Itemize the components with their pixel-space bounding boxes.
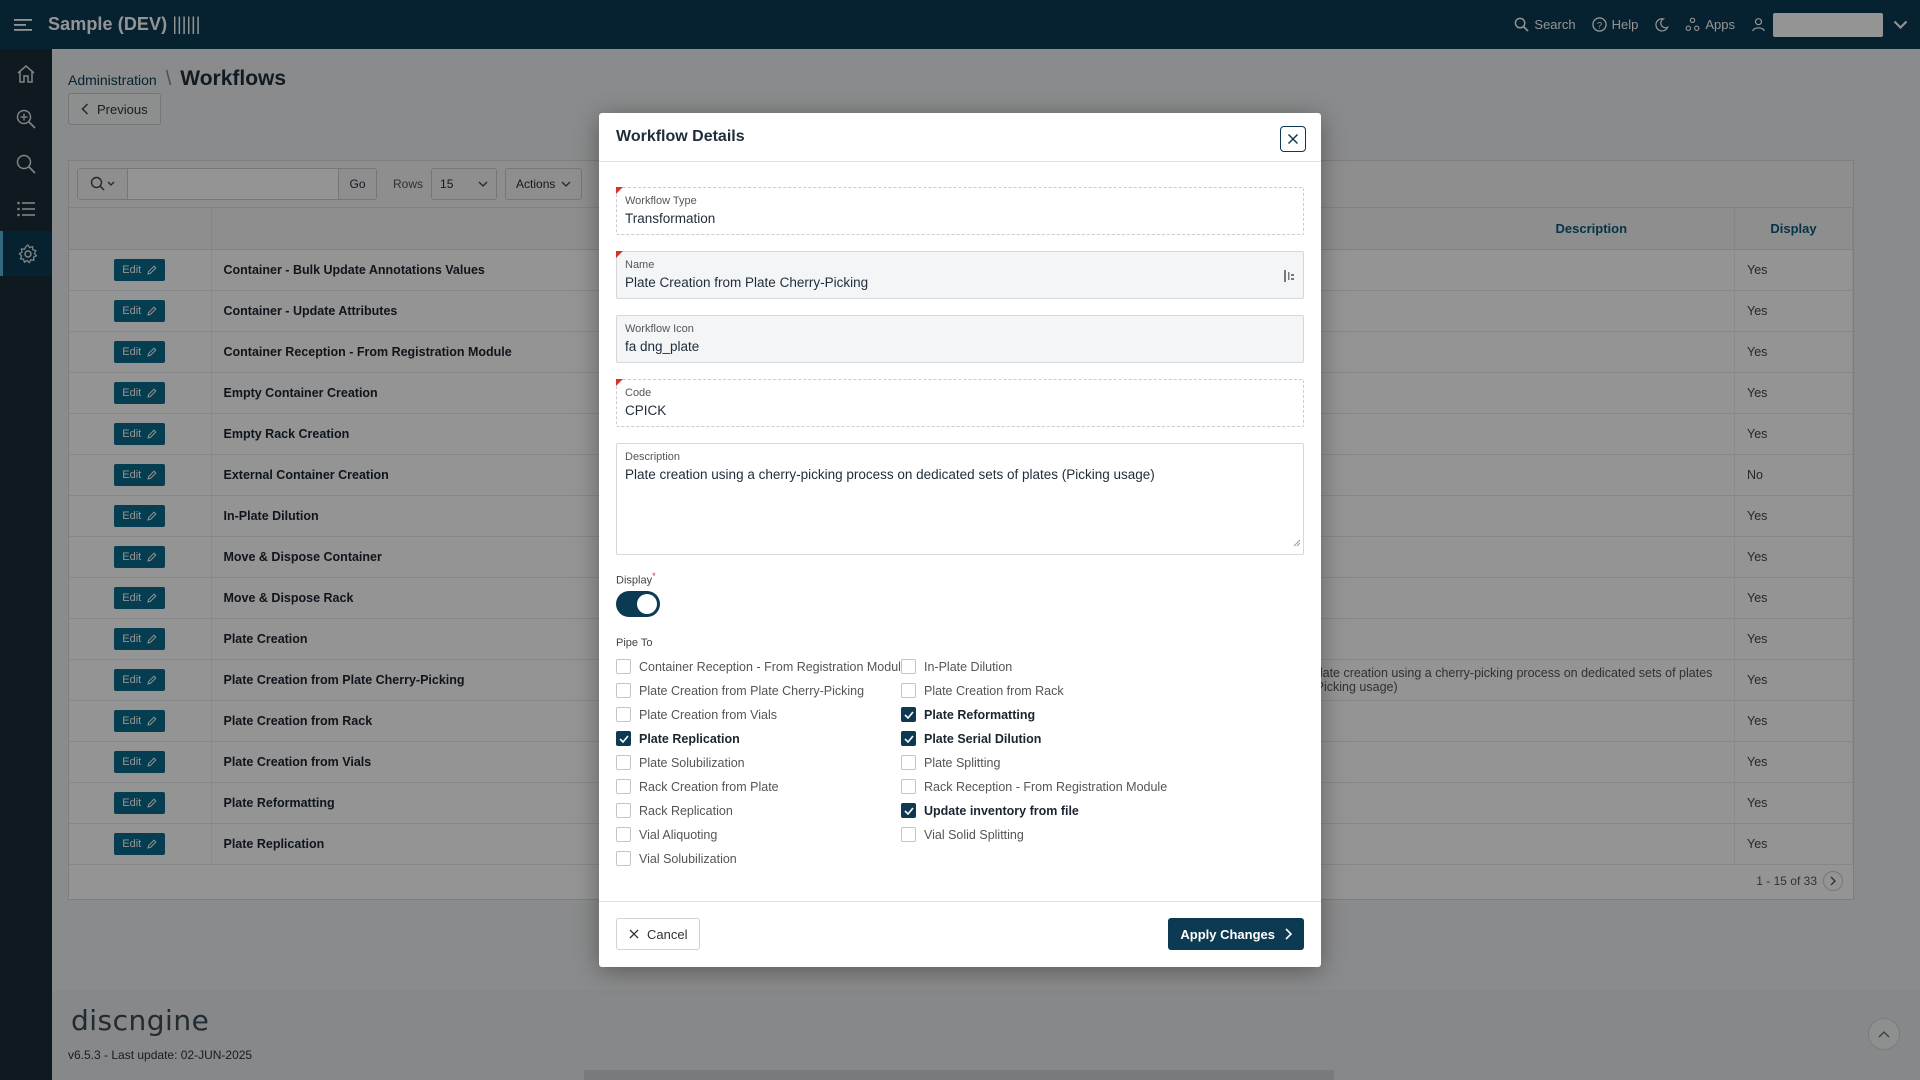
checkbox[interactable]	[616, 827, 631, 843]
workflow-type-value: Transformation	[625, 211, 716, 226]
pipe-to-option-label: Plate Creation from Plate Cherry-Picking	[639, 683, 865, 698]
pipe-to-option[interactable]: Container Reception - From Registration …	[616, 655, 908, 679]
description-field[interactable]: Description Plate creation using a cherr…	[616, 443, 1304, 555]
close-button[interactable]	[1280, 126, 1306, 152]
pipe-to-option-label: Vial Aliquoting	[639, 827, 718, 842]
pipe-to-option-label: Container Reception - From Registration …	[639, 659, 908, 674]
pipe-to-option[interactable]: Vial Aliquoting	[616, 823, 901, 847]
close-icon	[1288, 134, 1298, 144]
checkbox[interactable]	[901, 755, 916, 771]
checkmark-icon	[903, 735, 914, 743]
name-field[interactable]: Name Plate Creation from Plate Cherry-Pi…	[616, 251, 1304, 299]
pipe-to-option-label: Plate Serial Dilution	[924, 731, 1042, 746]
checkbox[interactable]	[901, 659, 916, 675]
pipe-to-option[interactable]: Plate Serial Dilution	[901, 727, 1186, 751]
cancel-button[interactable]: Cancel	[616, 918, 701, 950]
checkbox[interactable]	[901, 827, 916, 843]
pipe-to-option[interactable]: Rack Creation from Plate	[616, 775, 901, 799]
checkbox[interactable]	[616, 707, 631, 723]
workflow-details-dialog: Workflow Details Workflow Type Transform…	[599, 113, 1321, 967]
pipe-to-option-label: Update inventory from file	[924, 803, 1079, 818]
name-input[interactable]: Plate Creation from Plate Cherry-Picking	[625, 275, 1295, 290]
checkbox[interactable]	[616, 683, 631, 699]
checkbox[interactable]	[616, 779, 631, 795]
code-field: Code CPICK	[616, 379, 1304, 427]
description-label: Description	[625, 451, 681, 463]
pipe-to-option-label: In-Plate Dilution	[924, 659, 1013, 674]
pipe-to-option-label: Plate Creation from Vials	[639, 707, 778, 722]
pipe-to-option-label: Vial Solid Splitting	[924, 827, 1024, 842]
pipe-to-option[interactable]: Vial Solubilization	[616, 847, 901, 871]
checkbox[interactable]	[616, 731, 631, 747]
pipe-to-option-label: Rack Replication	[639, 803, 733, 818]
pipe-to-option[interactable]: Rack Replication	[616, 799, 901, 823]
dialog-footer: Cancel Apply Changes	[599, 901, 1321, 967]
pipe-to-checkbox-group: Container Reception - From Registration …	[616, 655, 1304, 871]
pipe-to-option[interactable]: Plate Creation from Rack	[901, 679, 1186, 703]
checkbox[interactable]	[616, 755, 631, 771]
workflow-icon-input[interactable]: fa dng_plate	[625, 339, 1295, 354]
pipe-to-option-label: Rack Creation from Plate	[639, 779, 779, 794]
workflow-type-field: Workflow Type Transformation	[616, 187, 1304, 235]
apply-changes-label: Apply Changes	[1180, 926, 1275, 942]
pipe-to-option-label: Rack Reception - From Registration Modul…	[924, 779, 1168, 794]
display-label: Display*	[616, 571, 1304, 587]
required-mark: *	[652, 571, 656, 581]
pipe-to-option[interactable]: Update inventory from file	[901, 799, 1186, 823]
apply-changes-button[interactable]: Apply Changes	[1168, 918, 1304, 950]
code-value: CPICK	[625, 403, 667, 418]
pipe-to-option[interactable]: Plate Splitting	[901, 751, 1186, 775]
toggle-knob	[637, 593, 657, 614]
checkbox[interactable]	[901, 803, 916, 819]
code-label: Code	[625, 387, 652, 399]
pipe-to-option[interactable]: Plate Creation from Plate Cherry-Picking	[616, 679, 901, 703]
workflow-type-label: Workflow Type	[625, 195, 697, 207]
pipe-to-option[interactable]: Plate Reformatting	[901, 703, 1186, 727]
checkbox[interactable]	[901, 779, 916, 795]
display-toggle[interactable]	[616, 590, 660, 617]
checkbox[interactable]	[616, 659, 631, 675]
pipe-to-option[interactable]: Plate Solubilization	[616, 751, 901, 775]
pipe-to-option-label: Plate Solubilization	[639, 755, 745, 770]
display-label-text: Display	[616, 574, 653, 587]
pipe-to-option-label: Plate Creation from Rack	[924, 683, 1064, 698]
checkmark-icon	[903, 807, 914, 815]
pipe-to-option[interactable]: In-Plate Dilution	[901, 655, 1186, 679]
name-label: Name	[625, 259, 655, 271]
pipe-to-option-label: Plate Reformatting	[924, 707, 1036, 722]
checkbox[interactable]	[901, 683, 916, 699]
resize-handle-icon[interactable]	[1293, 534, 1301, 552]
translate-icon[interactable]	[1283, 269, 1295, 288]
checkbox[interactable]	[901, 731, 916, 747]
checkbox[interactable]	[616, 803, 631, 819]
pipe-to-option[interactable]: Vial Solid Splitting	[901, 823, 1186, 847]
pipe-to-option-label: Vial Solubilization	[639, 851, 737, 866]
pipe-to-label: Pipe To	[616, 636, 653, 649]
description-textarea[interactable]: Plate creation using a cherry-picking pr…	[625, 467, 1295, 482]
pipe-to-option-label: Plate Splitting	[924, 755, 1001, 770]
close-icon	[629, 929, 639, 939]
cancel-button-label: Cancel	[647, 926, 688, 942]
checkmark-icon	[903, 711, 914, 719]
checkbox[interactable]	[901, 707, 916, 723]
workflow-icon-label: Workflow Icon	[625, 323, 694, 335]
pipe-to-option[interactable]: Plate Creation from Vials	[616, 703, 901, 727]
pipe-to-option-label: Plate Replication	[639, 731, 740, 746]
chevron-right-icon	[1285, 928, 1292, 940]
workflow-icon-field[interactable]: Workflow Icon fa dng_plate	[616, 315, 1304, 363]
dialog-title: Workflow Details	[616, 128, 745, 145]
pipe-to-option[interactable]: Plate Replication	[616, 727, 901, 751]
pipe-to-option[interactable]: Rack Reception - From Registration Modul…	[901, 775, 1186, 799]
checkmark-icon	[618, 735, 629, 743]
checkbox[interactable]	[616, 851, 631, 867]
